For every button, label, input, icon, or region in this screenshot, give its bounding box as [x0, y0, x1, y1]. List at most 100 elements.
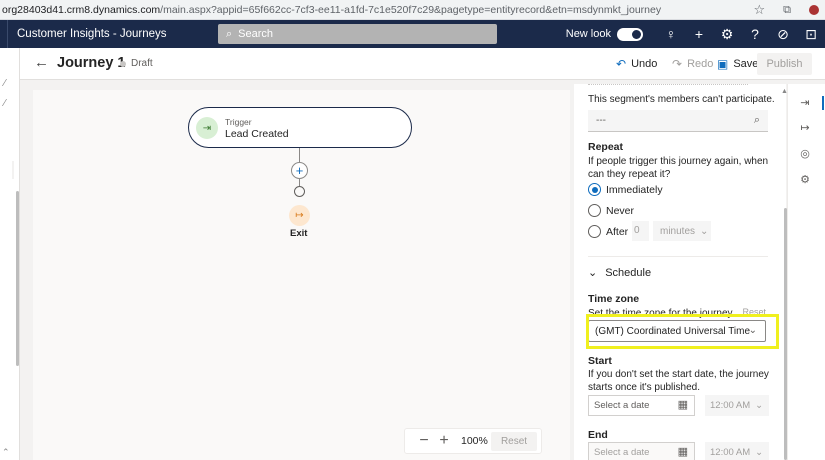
app-title[interactable]: Customer Insights - Journeys [8, 28, 167, 40]
save-label: Save [733, 58, 759, 70]
nav-chevron-icon[interactable]: ⁄ [4, 98, 6, 109]
lightbulb-icon[interactable]: ♀ [657, 26, 685, 42]
nav-selected-item[interactable] [0, 161, 14, 179]
end-date-placeholder: Select a date [594, 447, 650, 458]
end-time-value: 12:00 AM [710, 447, 751, 458]
after-value-input[interactable]: 0 [632, 221, 649, 241]
after-unit-select[interactable]: minutes ⌄ [653, 221, 711, 241]
exit-icon: ↦ [289, 205, 310, 226]
url-text[interactable]: org28403d41.crm8.dynamics.com/main.aspx?… [0, 4, 661, 16]
search-icon: ⌕ [753, 114, 760, 126]
new-look-toggle[interactable] [617, 27, 643, 41]
repeat-question: If people trigger this journey again, wh… [588, 156, 769, 180]
radio-never[interactable]: Never [588, 204, 634, 217]
new-look-label: New look [565, 28, 611, 40]
calendar-icon: ▦ [677, 399, 688, 411]
left-nav-rail: ⁄ ⁄ ⌃ [0, 48, 20, 460]
segment-exclusion-input[interactable]: --- ⌕ [588, 110, 768, 132]
radio-label: Immediately [606, 183, 663, 196]
repeat-heading: Repeat [588, 141, 624, 153]
exit-label: Exit [290, 228, 308, 239]
toggle-knob [632, 29, 641, 39]
add-step-button[interactable]: + [291, 162, 308, 179]
chevron-down-icon: ⌄ [588, 267, 598, 279]
journey-canvas[interactable]: ⇥ Trigger Lead Created + ↦ Exit − + 100%… [33, 90, 570, 460]
chevron-down-icon: ⌄ [755, 400, 764, 411]
help-icon[interactable]: ? [741, 26, 769, 42]
start-desc: If you don't set the start date, the jou… [588, 369, 769, 393]
section-divider [588, 256, 768, 257]
radio-after[interactable]: After [588, 225, 628, 238]
start-heading: Start [588, 355, 612, 367]
nav-scrollbar[interactable] [16, 191, 19, 366]
bookmark-star-icon[interactable]: ☆ [753, 2, 765, 18]
gear-icon[interactable]: ⚙ [713, 26, 741, 43]
zoom-in-button[interactable]: + [435, 432, 453, 450]
start-date-input[interactable]: Select a date ▦ [588, 395, 695, 416]
url-host: org28403d41.crm8.dynamics.com [2, 3, 161, 16]
calendar-icon: ▦ [677, 446, 688, 458]
extensions-icon[interactable]: ⧉ [783, 4, 791, 17]
settings-gear-icon[interactable]: ⚙ [797, 173, 813, 186]
search-placeholder: Search [238, 28, 274, 40]
back-arrow-icon[interactable]: ← [34, 54, 49, 71]
zoom-controls: − + 100% Reset [404, 428, 542, 454]
end-date-input[interactable]: Select a date ▦ [588, 442, 695, 460]
start-time-value: 12:00 AM [710, 400, 751, 411]
radio-label: Never [606, 204, 635, 217]
properties-panel: This segment's members can't participate… [574, 84, 786, 460]
connector-line [299, 179, 300, 186]
active-tab-indicator [822, 96, 824, 110]
goal-icon[interactable]: ◎ [797, 147, 813, 160]
radio-circle [588, 225, 601, 238]
redo-icon: ↷ [672, 57, 683, 71]
add-icon[interactable]: + [685, 26, 713, 42]
nav-chevron-icon[interactable]: ⁄ [4, 78, 6, 89]
radio-label: After [606, 225, 629, 238]
segment-note: This segment's members can't participate… [588, 94, 775, 105]
start-time-select[interactable]: 12:00 AM ⌄ [705, 395, 769, 416]
browser-address-bar[interactable]: org28403d41.crm8.dynamics.com/main.aspx?… [0, 0, 825, 20]
chevron-down-icon: ⌄ [700, 225, 709, 237]
trigger-node[interactable]: ⇥ Trigger Lead Created [188, 107, 412, 148]
radio-immediately[interactable]: Immediately [588, 183, 663, 196]
end-heading: End [588, 429, 608, 441]
journey-title: Journey 1 [57, 55, 126, 71]
radio-circle [588, 204, 601, 217]
search-icon: ⌕ [226, 27, 233, 40]
search-box[interactable]: ⌕ Search [218, 24, 497, 44]
connector-line [299, 148, 300, 162]
undo-label: Undo [631, 58, 658, 70]
status-badge: Draft [120, 58, 153, 69]
right-rail: ⇥ ↦ ◎ ⚙ [787, 84, 825, 460]
publish-button[interactable]: Publish [757, 53, 812, 75]
save-button[interactable]: ▣ Save [717, 57, 758, 71]
copilot-icon[interactable]: ⊘ [769, 26, 797, 43]
exit-panel-icon[interactable]: ↦ [797, 121, 813, 134]
chat-icon[interactable]: ⊡ [797, 26, 825, 43]
segment-placeholder: --- [596, 115, 606, 126]
end-time-select[interactable]: 12:00 AM ⌄ [705, 442, 769, 460]
app-header: Customer Insights - Journeys ⌕ Search Ne… [0, 20, 825, 48]
profile-avatar[interactable] [809, 5, 819, 15]
redo-button[interactable]: ↷ Redo [672, 57, 713, 71]
status-text: Draft [131, 58, 153, 69]
app-launcher[interactable] [0, 20, 8, 48]
nav-expand-icon[interactable]: ⌃ [2, 447, 10, 458]
command-bar: ← Journey 1 Draft ↶ Undo ↷ Redo ▣ Save Publ… [20, 48, 825, 80]
connector-node [294, 186, 305, 197]
undo-icon: ↶ [616, 57, 627, 71]
schedule-section-toggle[interactable]: ⌄ Schedule [588, 266, 651, 280]
url-path: /main.aspx?appid=65f662cc-7cf3-ee11-a1fd… [160, 3, 662, 16]
trigger-name: Lead Created [225, 128, 289, 140]
undo-button[interactable]: ↶ Undo [616, 57, 657, 71]
zoom-level: 100% [461, 435, 488, 447]
trigger-panel-icon[interactable]: ⇥ [797, 96, 813, 109]
status-dot [120, 60, 126, 67]
radio-circle-selected [588, 183, 601, 196]
zoom-out-button[interactable]: − [415, 432, 433, 450]
save-icon: ▣ [717, 57, 729, 71]
zoom-reset-button[interactable]: Reset [491, 432, 537, 451]
chevron-down-icon: ⌄ [755, 447, 764, 458]
panel-top-divider [588, 84, 748, 88]
